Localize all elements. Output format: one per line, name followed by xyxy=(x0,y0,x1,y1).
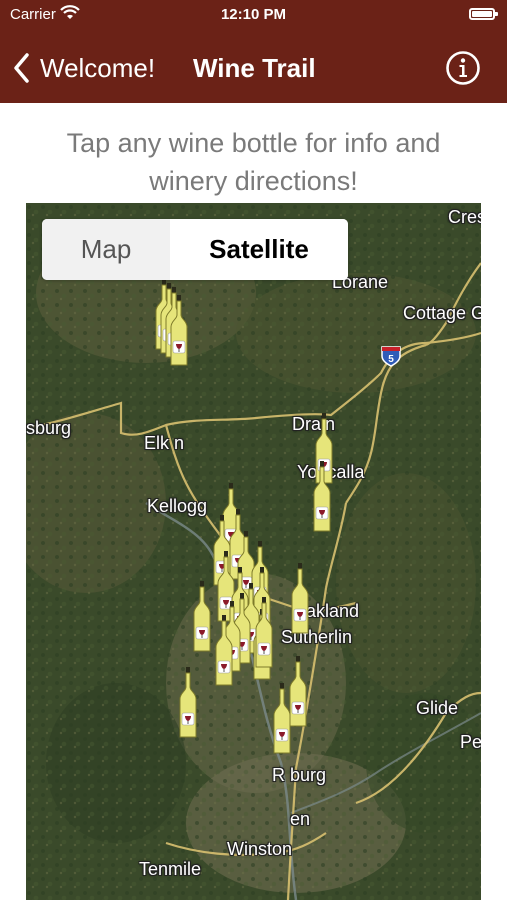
winery-marker-bottle-icon[interactable] xyxy=(214,615,234,687)
status-bar: Carrier 12:10 PM xyxy=(0,0,507,30)
map-label-elkton: Elk n xyxy=(144,433,185,453)
map-label-green: en xyxy=(290,809,311,829)
winery-marker-bottle-icon[interactable] xyxy=(312,461,332,533)
map-label-sburg: sburg xyxy=(26,418,72,438)
chevron-left-icon xyxy=(12,52,32,84)
map-type-selector: Map Satellite xyxy=(42,219,348,280)
info-button[interactable] xyxy=(445,50,481,86)
instruction-line-1: Tap any wine bottle for info and xyxy=(66,128,441,158)
winery-marker-bottle-icon[interactable] xyxy=(169,295,189,367)
map-type-satellite[interactable]: Satellite xyxy=(170,219,348,280)
winery-marker-bottle-icon[interactable] xyxy=(254,597,274,669)
instruction-text: Tap any wine bottle for info and winery … xyxy=(20,124,487,200)
back-button-label: Welcome! xyxy=(40,52,156,83)
winery-marker-bottle-icon[interactable] xyxy=(192,581,212,653)
map-label-pe: Pe xyxy=(460,732,481,752)
back-button[interactable]: Welcome! xyxy=(12,40,155,96)
battery-icon xyxy=(469,8,498,20)
page-title: Wine Trail xyxy=(193,53,316,83)
interstate-shield-icon: 5 xyxy=(380,345,402,367)
winery-marker-bottle-icon[interactable] xyxy=(272,683,292,755)
info-icon xyxy=(446,51,480,85)
map-label-winston: Winston xyxy=(227,839,293,859)
instruction-line-2: winery directions! xyxy=(149,166,358,196)
winery-marker-bottle-icon[interactable] xyxy=(290,563,310,635)
map-label-roseburg: R burg xyxy=(272,765,327,785)
map-label-cottage-grove: Cottage G xyxy=(403,303,481,323)
interstate-number: 5 xyxy=(388,354,394,365)
map-label-cres: Cres xyxy=(448,207,481,227)
map-label-glide: Glide xyxy=(416,698,459,718)
map-label-tenmile: Tenmile xyxy=(139,859,202,879)
map-label-kellogg: Kellogg xyxy=(147,496,208,516)
navigation-bar: Welcome! Wine Trail xyxy=(0,40,507,96)
status-time: 12:10 PM xyxy=(220,6,287,23)
map-type-map[interactable]: Map xyxy=(42,219,170,280)
winery-marker-bottle-icon[interactable] xyxy=(178,667,198,739)
satellite-map[interactable]: 5 Cres Lorane Cottage G sburg Elk n Drai… xyxy=(26,203,481,900)
header-bar: Carrier 12:10 PM Welcome! Wine Trail xyxy=(0,0,507,103)
